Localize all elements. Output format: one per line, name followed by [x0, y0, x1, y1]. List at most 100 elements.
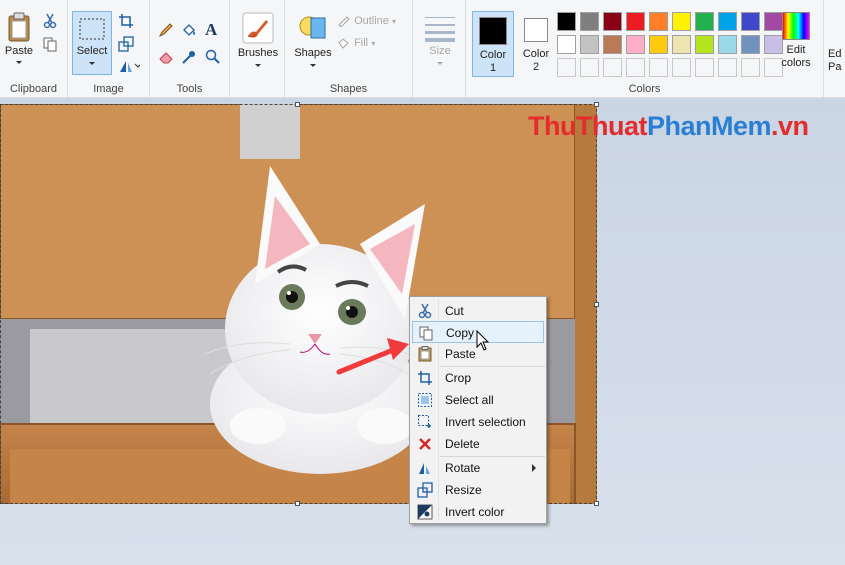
palette-swatch[interactable] [626, 12, 645, 31]
palette-swatch[interactable] [580, 12, 599, 31]
menu-item-cut[interactable]: Cut [412, 300, 544, 322]
palette-swatch[interactable] [695, 35, 714, 54]
cut-icon[interactable] [42, 13, 58, 29]
shapes-group: Shapes Outline ▾ Fill ▾ Shapes [285, 0, 413, 98]
color2-swatch [524, 18, 548, 42]
shapes-button[interactable]: Shapes [289, 12, 337, 67]
colors-group: Color 1 Color 2 Edit colors Colors [466, 0, 824, 98]
size-group: Size [413, 0, 466, 98]
submenu-arrow-icon [532, 464, 536, 472]
shapes-icon [299, 16, 326, 39]
crop-icon[interactable] [118, 13, 134, 29]
colors-group-label: Colors [628, 83, 661, 95]
menu-item-crop[interactable]: Crop [412, 367, 544, 389]
brushes-group: Brushes [230, 0, 285, 98]
paste-button[interactable]: Paste [2, 12, 36, 64]
clipboard-group-label: Clipboard [9, 83, 58, 95]
edit-paint3d-button[interactable]: Ed Pa [828, 48, 845, 74]
image-group-label: Image [93, 83, 124, 95]
palette-swatch-empty[interactable] [741, 58, 760, 77]
resize-icon[interactable] [118, 36, 134, 52]
menu-item-delete[interactable]: Delete [412, 433, 544, 455]
brushes-button[interactable]: Brushes [234, 12, 282, 67]
resize-icon [417, 482, 433, 498]
red-arrow-annotation [336, 338, 409, 375]
color1-swatch [479, 17, 507, 45]
text-tool-icon[interactable]: A [205, 20, 217, 40]
palette-swatch-empty[interactable] [580, 58, 599, 77]
brushes-dropdown-icon [255, 64, 261, 67]
palette-swatch[interactable] [695, 12, 714, 31]
mouse-cursor-icon [476, 330, 490, 351]
palette-swatch[interactable] [557, 35, 576, 54]
select-button[interactable]: Select [72, 11, 112, 75]
menu-item-rotate[interactable]: Rotate [412, 457, 544, 479]
paste-dropdown-icon [16, 61, 22, 64]
resize-handle-top-right[interactable] [594, 102, 599, 107]
delete-icon [419, 438, 431, 450]
edit-colors-icon [782, 12, 810, 40]
image-group: Select Image [68, 0, 150, 98]
fill-icon [337, 37, 351, 49]
brush-icon [242, 12, 274, 44]
color-picker-icon[interactable] [181, 49, 197, 65]
copy-icon [419, 326, 433, 341]
resize-handle-bottom-right[interactable] [594, 501, 599, 506]
color2-button[interactable]: Color 2 [516, 11, 556, 77]
invert-selection-icon [418, 415, 431, 428]
paste-icon [8, 12, 30, 42]
color1-button[interactable]: Color 1 [472, 11, 514, 77]
eraser-icon[interactable] [158, 49, 174, 65]
shapes-group-label: Shapes [329, 83, 368, 95]
palette-swatch[interactable] [718, 12, 737, 31]
size-button[interactable]: Size [419, 14, 461, 65]
fill-bucket-icon[interactable] [181, 22, 197, 38]
crop-icon [418, 371, 432, 385]
palette-swatch[interactable] [741, 12, 760, 31]
palette-swatch-empty[interactable] [626, 58, 645, 77]
palette-swatch[interactable] [626, 35, 645, 54]
palette-swatch-empty[interactable] [695, 58, 714, 77]
palette-swatch-empty[interactable] [557, 58, 576, 77]
menu-item-select-all[interactable]: Select all [412, 389, 544, 411]
palette-swatch[interactable] [649, 35, 668, 54]
menu-item-invert-selection[interactable]: Invert selection [412, 411, 544, 433]
edit-colors-button[interactable]: Edit colors [776, 12, 816, 70]
palette-swatch[interactable] [741, 35, 760, 54]
palette-swatch[interactable] [672, 35, 691, 54]
rotate-icon[interactable] [118, 58, 140, 74]
menu-item-resize[interactable]: Resize [412, 479, 544, 501]
select-rectangle-icon [79, 18, 105, 40]
select-all-icon [418, 393, 432, 407]
rotate-icon [419, 463, 430, 474]
palette-swatch-empty[interactable] [603, 58, 622, 77]
ribbon: Paste Clipboard Select Image A Tools Bru… [0, 0, 845, 98]
copy-icon[interactable] [42, 36, 58, 52]
shapes-dropdown-icon [310, 64, 316, 67]
scissors-icon [418, 303, 432, 319]
palette-swatch[interactable] [603, 35, 622, 54]
palette-swatch[interactable] [718, 35, 737, 54]
palette-swatch[interactable] [603, 12, 622, 31]
palette-swatch[interactable] [672, 12, 691, 31]
outline-icon [337, 15, 351, 28]
fill-button[interactable]: Fill ▾ [337, 37, 409, 49]
palette-swatch-empty[interactable] [718, 58, 737, 77]
palette-swatch-empty[interactable] [672, 58, 691, 77]
palette-swatch[interactable] [649, 12, 668, 31]
palette-swatch-empty[interactable] [649, 58, 668, 77]
pencil-icon[interactable] [158, 22, 174, 38]
palette-swatch[interactable] [580, 35, 599, 54]
menu-item-invert-color[interactable]: Invert color [412, 501, 544, 523]
resize-handle-bottom[interactable] [295, 501, 300, 506]
magnifier-icon[interactable] [205, 49, 221, 65]
outline-button[interactable]: Outline ▾ [337, 15, 409, 28]
resize-handle-top[interactable] [295, 102, 300, 107]
invert-color-icon [417, 504, 433, 520]
resize-handle-right[interactable] [594, 302, 599, 307]
tools-group-label: Tools [176, 83, 203, 95]
tools-group: A Tools [150, 0, 230, 98]
size-dropdown-icon [437, 62, 443, 65]
palette-swatch[interactable] [557, 12, 576, 31]
paste-icon [418, 346, 432, 362]
